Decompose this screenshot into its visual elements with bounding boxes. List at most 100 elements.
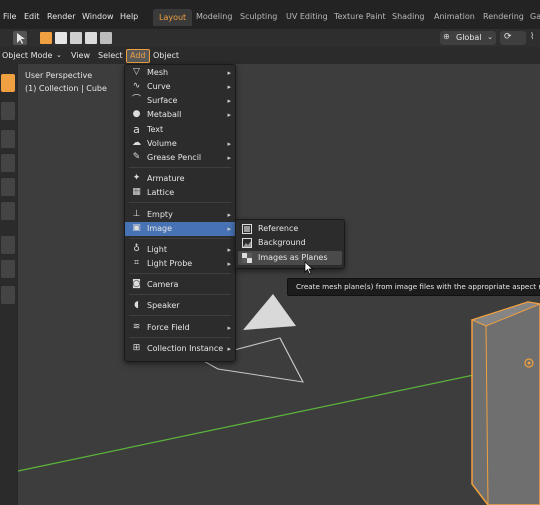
tooltip: Create mesh plane(s) from image files wi… <box>287 278 540 296</box>
add-menu-camera[interactable]: ◙ Camera <box>125 278 235 292</box>
menu-separator <box>129 294 231 295</box>
curve-icon: ∿ <box>132 81 141 91</box>
tool-annotate[interactable] <box>1 236 15 254</box>
camera-icon: ◙ <box>132 279 141 289</box>
submenu-background[interactable]: Background <box>238 236 342 250</box>
top-bar: File Edit Render Window Help Layout Mode… <box>0 0 540 29</box>
submenu-images-as-planes[interactable]: Images as Planes <box>238 251 342 265</box>
select-tool-button[interactable] <box>13 31 27 45</box>
menu-separator <box>129 337 231 338</box>
add-menu-curve[interactable]: ∿ Curve ▸ <box>125 80 235 94</box>
orientation-icon: ⊕ <box>443 32 450 41</box>
add-menu-speaker[interactable]: ◖ Speaker <box>125 299 235 313</box>
add-menu-text[interactable]: a Text <box>125 123 235 137</box>
select-mode-subtract-icon[interactable] <box>70 32 82 44</box>
menu-separator <box>129 202 231 203</box>
tool-scale[interactable] <box>1 178 15 196</box>
chevron-right-icon: ▸ <box>227 83 231 91</box>
pivot-icon: ⟳ <box>504 32 512 42</box>
menu-separator <box>129 238 231 239</box>
add-menu-metaball[interactable]: ● Metaball ▸ <box>125 108 235 122</box>
tab-modeling[interactable]: Modeling <box>196 12 232 21</box>
image-reference-icon <box>242 224 252 234</box>
metaball-icon: ● <box>132 109 141 119</box>
tab-animation[interactable]: Animation <box>434 12 475 21</box>
add-menu-mesh[interactable]: ▽ Mesh ▸ <box>125 66 235 80</box>
chevron-right-icon: ▸ <box>227 225 231 233</box>
menu-file[interactable]: File <box>3 12 16 21</box>
text-icon: a <box>133 123 140 136</box>
tool-measure[interactable] <box>1 260 15 278</box>
empty-icon: ⊥ <box>132 209 141 219</box>
menu-window[interactable]: Window <box>82 12 114 21</box>
menu-select[interactable]: Select <box>98 51 123 60</box>
collection-label: (1) Collection | Cube <box>25 84 107 93</box>
add-menu-lattice[interactable]: ▦ Lattice <box>125 186 235 200</box>
add-menu-force-field[interactable]: ≋ Force Field ▸ <box>125 321 235 335</box>
tab-uv-editing[interactable]: UV Editing <box>286 12 328 21</box>
chevron-right-icon: ▸ <box>227 140 231 148</box>
transform-orientation-dropdown[interactable]: ⊕ Global ⌄ <box>440 31 496 45</box>
tab-rendering[interactable]: Rendering <box>483 12 524 21</box>
select-mode-extend-icon[interactable] <box>55 32 67 44</box>
chevron-right-icon: ▸ <box>227 211 231 219</box>
menu-view[interactable]: View <box>71 51 90 60</box>
tool-select[interactable] <box>1 74 15 92</box>
chevron-right-icon: ▸ <box>227 154 231 162</box>
light-icon: ♁ <box>133 244 140 254</box>
x-axis-line <box>18 371 489 472</box>
chevron-right-icon: ▸ <box>227 111 231 119</box>
submenu-reference[interactable]: Reference <box>238 222 342 236</box>
mode-dropdown[interactable]: Object Mode <box>2 51 52 60</box>
add-menu-collection-instance[interactable]: ⊞ Collection Instance ▸ <box>125 342 235 356</box>
add-menu-image[interactable]: ▣ Image ▸ <box>125 222 235 236</box>
cube-object <box>470 301 540 505</box>
add-menu-armature[interactable]: ✦ Armature <box>125 172 235 186</box>
add-menu-light-probe[interactable]: ⌗ Light Probe ▸ <box>125 257 235 271</box>
add-menu-surface[interactable]: ⌒ Surface ▸ <box>125 94 235 108</box>
chevron-right-icon: ▸ <box>227 345 231 353</box>
add-menu-grease-pencil[interactable]: ✎ Grease Pencil ▸ <box>125 151 235 165</box>
add-menu-empty[interactable]: ⊥ Empty ▸ <box>125 208 235 222</box>
tool-transform[interactable] <box>1 202 15 220</box>
menu-edit[interactable]: Edit <box>24 12 40 21</box>
tab-texture-paint[interactable]: Texture Paint <box>334 12 386 21</box>
header-toolbar: ⊕ Global ⌄ ⟳ ⌇ <box>0 29 540 47</box>
tool-add-cube[interactable] <box>1 286 15 304</box>
menu-help[interactable]: Help <box>120 12 138 21</box>
viewport-header: Object Mode ⌄ View Select Add Object <box>0 47 540 64</box>
mesh-icon: ▽ <box>133 67 140 77</box>
menu-render[interactable]: Render <box>47 12 75 21</box>
image-submenu: Reference Background Images as Planes <box>235 219 345 269</box>
snap-icon[interactable]: ⌇ <box>530 32 534 42</box>
menu-object[interactable]: Object <box>153 51 179 60</box>
tab-layout[interactable]: Layout <box>153 9 193 26</box>
tool-cursor[interactable] <box>1 102 15 120</box>
speaker-icon: ◖ <box>134 300 139 310</box>
add-menu-volume[interactable]: ☁ Volume ▸ <box>125 137 235 151</box>
armature-icon: ✦ <box>132 173 141 183</box>
chevron-down-icon: ⌄ <box>487 33 493 41</box>
chevron-right-icon: ▸ <box>227 324 231 332</box>
menu-add[interactable]: Add <box>126 49 150 63</box>
orientation-label: Global <box>456 33 482 42</box>
pivot-dropdown[interactable]: ⟳ <box>500 31 526 45</box>
menu-separator <box>129 167 231 168</box>
tab-sculpting[interactable]: Sculpting <box>240 12 277 21</box>
select-mode-invert-icon[interactable] <box>85 32 97 44</box>
add-menu-light[interactable]: ♁ Light ▸ <box>125 243 235 257</box>
select-mode-box-icon[interactable] <box>40 32 52 44</box>
surface-icon: ⌒ <box>131 95 141 105</box>
chevron-right-icon: ▸ <box>227 97 231 105</box>
tab-shading[interactable]: Shading <box>392 12 425 21</box>
tool-move[interactable] <box>1 130 15 148</box>
select-mode-intersect-icon[interactable] <box>100 32 112 44</box>
volume-icon: ☁ <box>132 138 141 148</box>
tooltip-text: Create mesh plane(s) from image files wi… <box>296 282 540 291</box>
tab-overflow[interactable]: Ga <box>530 12 540 21</box>
menu-separator <box>129 315 231 316</box>
tool-rotate[interactable] <box>1 154 15 172</box>
add-menu: ▽ Mesh ▸ ∿ Curve ▸ ⌒ Surface ▸ ● Metabal… <box>124 64 236 362</box>
image-background-icon <box>242 238 252 248</box>
left-toolbar <box>0 64 18 505</box>
